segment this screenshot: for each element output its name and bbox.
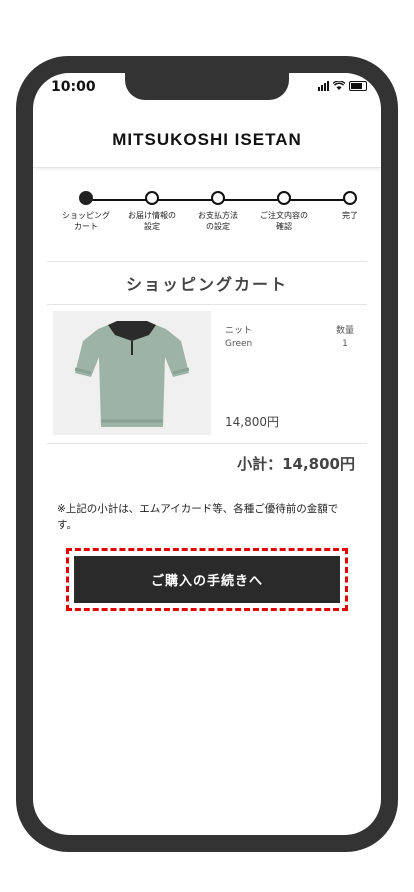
quantity-label: 数量 bbox=[335, 326, 354, 336]
signal-icon bbox=[318, 81, 329, 91]
step-dot bbox=[343, 191, 357, 205]
subtotal: 小計：14,800円 bbox=[237, 455, 355, 473]
product-image[interactable] bbox=[53, 311, 211, 435]
step-label: お支払方法 の設定 bbox=[198, 211, 238, 231]
subtotal-note: ※上記の小計は、エムアイカード等、各種ご優待前の金額です。 bbox=[57, 503, 339, 531]
step-payment: お支払方法 の設定 bbox=[183, 191, 253, 232]
app-header: MITSUKOSHI ISETAN bbox=[33, 113, 381, 168]
step-label: ショッピング カート bbox=[62, 211, 110, 231]
step-label: お届け情報の 設定 bbox=[128, 211, 176, 231]
phone-notch bbox=[125, 73, 289, 100]
step-dot bbox=[211, 191, 225, 205]
status-time: 10:00 bbox=[51, 79, 96, 95]
step-label: 完了 bbox=[342, 211, 358, 220]
checkout-stepper: ショッピング カート お届け情報の 設定 お支払方法 の設定 ご注文内容の 確認… bbox=[33, 191, 381, 247]
product-color: Green bbox=[225, 339, 253, 349]
battery-icon bbox=[349, 81, 367, 91]
step-label: ご注文内容の 確認 bbox=[260, 211, 308, 231]
phone-screen: 10:00 MITSUKOSHI ISETAN ショッピング カート お届け情報… bbox=[33, 73, 381, 835]
step-dot bbox=[277, 191, 291, 205]
cart-title: ショッピングカート bbox=[47, 261, 367, 305]
product-price: 14,800円 bbox=[225, 415, 279, 429]
quantity-value: 1 bbox=[342, 339, 348, 349]
checkout-button[interactable]: ご購入の手続きへ bbox=[74, 556, 340, 603]
product-name[interactable]: ニット bbox=[225, 323, 252, 336]
knit-polo-shirt-image bbox=[53, 311, 211, 435]
step-complete: 完了 bbox=[315, 191, 381, 221]
wifi-icon bbox=[333, 81, 345, 90]
page: 10:00 MITSUKOSHI ISETAN ショッピング カート お届け情報… bbox=[0, 0, 414, 892]
step-dot-active bbox=[79, 191, 93, 205]
checkout-highlight: ご購入の手続きへ bbox=[66, 548, 348, 611]
step-confirm: ご注文内容の 確認 bbox=[249, 191, 319, 232]
store-logo[interactable]: MITSUKOSHI ISETAN bbox=[112, 130, 302, 150]
step-delivery: お届け情報の 設定 bbox=[117, 191, 187, 232]
step-cart: ショッピング カート bbox=[51, 191, 121, 232]
phone-frame: 10:00 MITSUKOSHI ISETAN ショッピング カート お届け情報… bbox=[16, 56, 398, 852]
status-icons bbox=[318, 81, 367, 91]
cart-item: ニット Green 数量 1 14,800円 bbox=[47, 305, 367, 444]
step-dot bbox=[145, 191, 159, 205]
